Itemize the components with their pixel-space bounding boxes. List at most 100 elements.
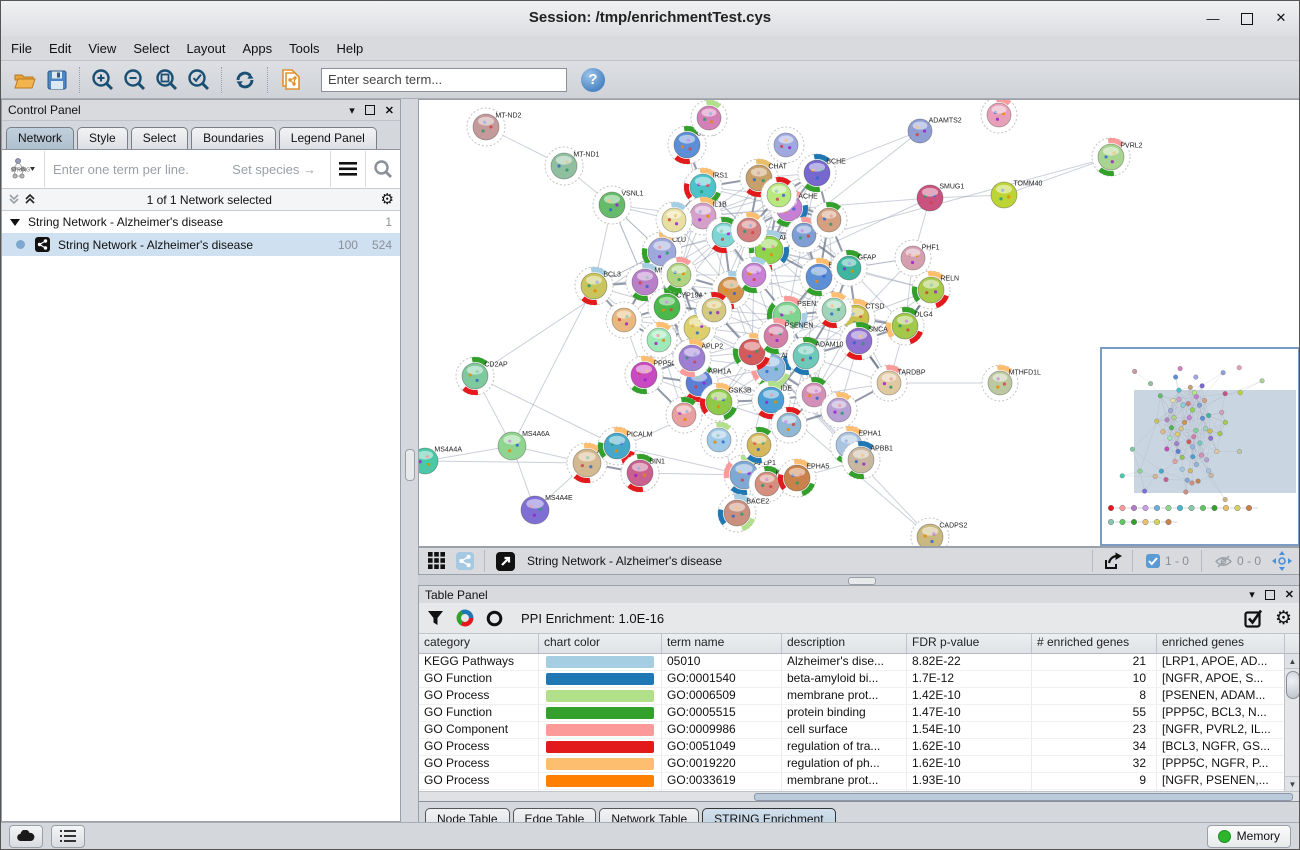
network-node[interactable] [768, 127, 804, 163]
splitter-grip[interactable] [848, 577, 876, 585]
network-node[interactable]: APBB1 [842, 441, 893, 479]
table-row[interactable]: GO FunctionGO:0005515protein binding1.47… [419, 705, 1300, 722]
network-node[interactable] [816, 292, 852, 328]
network-node[interactable] [661, 257, 697, 293]
network-row-selected[interactable]: String Network - Alzheimer's disease 100… [2, 233, 400, 256]
tab-select[interactable]: Select [131, 127, 188, 149]
zoom-fit-button[interactable] [152, 65, 182, 95]
table-row[interactable]: GO ProcessGO:0006509membrane prot...1.42… [419, 688, 1300, 705]
network-node[interactable] [741, 427, 777, 463]
network-node[interactable]: MT-ND1 [545, 147, 600, 185]
tab-style[interactable]: Style [77, 127, 128, 149]
network-node[interactable]: TOMM40 [991, 181, 1043, 208]
zoom-in-button[interactable] [88, 65, 118, 95]
refresh-button[interactable] [230, 65, 260, 95]
table-vertical-scrollbar[interactable]: ▲ ▼ [1284, 654, 1300, 791]
column-header-chart-color[interactable]: chart color [539, 634, 662, 653]
select-columns-icon[interactable] [1244, 609, 1263, 628]
string-options-button[interactable] [330, 151, 365, 187]
network-node[interactable] [656, 202, 692, 238]
column-header-enriched-genes[interactable]: # enriched genes [1032, 634, 1157, 653]
table-row[interactable]: GO ProcessGO:0033619membrane prot...1.93… [419, 773, 1300, 790]
tab-boundaries[interactable]: Boundaries [191, 127, 276, 149]
tab-legend-panel[interactable]: Legend Panel [279, 127, 377, 149]
network-node[interactable]: MTHFD1L [982, 365, 1041, 401]
table-row[interactable]: GO ComponentGO:0009986cell surface1.54E-… [419, 722, 1300, 739]
chart-settings-icon[interactable] [456, 609, 474, 627]
string-query-input[interactable] [45, 151, 330, 187]
search-input[interactable] [321, 68, 567, 92]
network-node[interactable]: BCL3 [575, 267, 621, 305]
column-header-category[interactable]: category [419, 634, 539, 653]
enrichment-settings-gear-icon[interactable]: ⚙ [1275, 611, 1292, 626]
network-node[interactable]: PVRL2 [1092, 138, 1143, 176]
network-node[interactable]: MS4A6A [498, 431, 550, 460]
collapse-triangle-icon[interactable] [10, 219, 20, 226]
table-row[interactable]: GO ProcessGO:0019220regulation of ph...1… [419, 756, 1300, 773]
maximize-icon[interactable] [1239, 10, 1255, 26]
network-collection-row[interactable]: String Network - Alzheimer's disease 1 [2, 211, 400, 233]
string-database-selector[interactable]: STRING [2, 151, 45, 187]
panel-divider[interactable] [401, 99, 418, 822]
eye-slash-icon[interactable] [1215, 555, 1232, 568]
table-row[interactable]: GO FunctionGO:0001540beta-amyloid bi...1… [419, 671, 1300, 688]
tab-network[interactable]: Network [6, 127, 74, 149]
scroll-down-arrow[interactable]: ▼ [1285, 776, 1300, 791]
navigate-button[interactable] [1269, 549, 1295, 573]
network-node[interactable] [771, 407, 807, 443]
panel-menu-icon[interactable]: ▾ [1249, 588, 1255, 601]
network-node[interactable]: DLG4 [886, 307, 933, 345]
network-node[interactable] [641, 322, 677, 358]
network-node[interactable]: BCHE [798, 154, 846, 192]
column-header-fdr-p-value[interactable]: FDR p-value [907, 634, 1032, 653]
table-row[interactable]: KEGG Pathways05010Alzheimer's dise...8.8… [419, 654, 1300, 671]
network-node[interactable] [821, 392, 857, 428]
network-node[interactable] [731, 212, 767, 248]
network-node[interactable]: BACE2 [718, 494, 769, 532]
network-node[interactable]: RELN [912, 271, 959, 309]
panel-close-icon[interactable]: ✕ [385, 104, 394, 117]
network-node[interactable] [761, 177, 797, 213]
menu-view[interactable]: View [88, 41, 116, 56]
menu-edit[interactable]: Edit [49, 41, 71, 56]
menu-layout[interactable]: Layout [186, 41, 225, 56]
network-node[interactable]: MS4A4E [521, 495, 573, 524]
menu-file[interactable]: File [11, 41, 32, 56]
network-node[interactable]: GFAP [831, 250, 877, 286]
network-node[interactable]: SNCA [840, 322, 888, 360]
memory-button[interactable]: Memory [1207, 825, 1291, 848]
scroll-up-arrow[interactable]: ▲ [1285, 654, 1300, 669]
network-node[interactable]: ADAMTS2 [908, 117, 962, 143]
horizontal-splitter[interactable] [418, 575, 1300, 585]
filter-icon[interactable] [427, 610, 444, 626]
zoom-selected-button[interactable] [184, 65, 214, 95]
help-button[interactable]: ? [581, 68, 605, 92]
network-node[interactable]: PHF1 [895, 240, 940, 276]
network-node[interactable]: CADPS2 [911, 518, 967, 546]
network-node[interactable] [981, 100, 1017, 133]
fullscreen-button[interactable] [492, 549, 518, 573]
column-header-description[interactable]: description [782, 634, 907, 653]
cloud-tasks-button[interactable] [9, 825, 43, 848]
network-node[interactable] [811, 202, 847, 238]
menu-help[interactable]: Help [337, 41, 364, 56]
scrollbar-thumb[interactable] [754, 793, 1293, 801]
network-node[interactable]: VSNL1 [593, 186, 644, 224]
collapse-expand-icons[interactable] [8, 193, 38, 206]
panel-float-icon[interactable] [365, 105, 375, 115]
network-node[interactable] [691, 100, 727, 136]
zoom-out-button[interactable] [120, 65, 150, 95]
birds-eye-view[interactable] [1101, 348, 1299, 545]
grid-view-button[interactable] [424, 549, 450, 573]
network-node[interactable] [606, 302, 642, 338]
save-session-button[interactable] [42, 65, 72, 95]
panel-close-icon[interactable]: ✕ [1285, 588, 1294, 601]
string-search-button[interactable] [365, 151, 400, 187]
panel-menu-icon[interactable]: ▾ [349, 104, 355, 117]
task-history-button[interactable] [51, 825, 85, 848]
birds-eye-toggle-button[interactable] [452, 549, 478, 573]
menu-select[interactable]: Select [133, 41, 169, 56]
network-view[interactable]: MT-ND2MT-ND1VSNL1GAB2IRS1CHATBCHEACHEAPO… [418, 99, 1300, 547]
divider-grip[interactable] [405, 449, 415, 481]
checkbox-icon[interactable] [1146, 554, 1160, 568]
